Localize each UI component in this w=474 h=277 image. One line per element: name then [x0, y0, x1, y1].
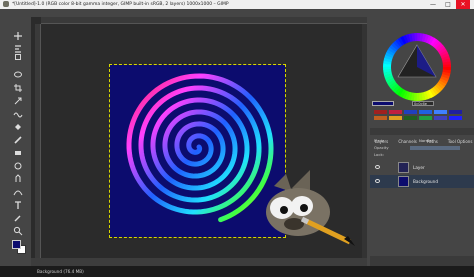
rect-select-icon[interactable]: [13, 52, 23, 62]
lock-label: Lock:: [374, 152, 384, 157]
path-icon[interactable]: [13, 182, 23, 196]
lasso-icon[interactable]: [13, 65, 23, 78]
opacity-slider[interactable]: [410, 146, 460, 150]
dock-tabs: Layers Channels Paths Tool Options: [370, 128, 474, 144]
palette-swatch[interactable]: [419, 110, 432, 114]
palette-swatch[interactable]: [374, 116, 387, 120]
bucket-fill-icon[interactable]: [13, 117, 23, 130]
gimp-window: *[Untitled]-1.0 (RGB color 8-bit gamma i…: [0, 0, 474, 274]
hex-color-input[interactable]: 0c0c6e: [412, 101, 434, 106]
layer-thumbnail: [398, 162, 409, 173]
status-text: Background (76.4 MB): [37, 269, 84, 274]
layer-thumbnail: [398, 176, 409, 187]
align-tool-icon[interactable]: [13, 39, 23, 53]
visibility-eye-icon[interactable]: [375, 165, 380, 169]
zoom-icon[interactable]: [13, 221, 23, 236]
palette-swatch[interactable]: [449, 116, 462, 120]
transform-icon[interactable]: [13, 91, 23, 105]
smudge-icon[interactable]: [13, 169, 23, 182]
layer-row[interactable]: Layer: [370, 161, 474, 174]
move-tool-icon[interactable]: [13, 26, 23, 40]
menu-bar: File Edit Select View Image Layer Colors…: [0, 9, 474, 26]
layers-button-bar: [370, 256, 474, 266]
mode-label: Mode: [374, 138, 385, 143]
palette-swatch[interactable]: [389, 110, 402, 114]
opacity-label: Opacity: [374, 145, 389, 150]
layer-name: Layer: [413, 165, 425, 170]
lock-row: Lock:: [370, 151, 474, 158]
paintbrush-icon[interactable]: [13, 130, 23, 144]
eraser-icon[interactable]: [13, 143, 23, 155]
mode-select[interactable]: Normal: [419, 137, 433, 144]
text-tool-icon[interactable]: [13, 195, 23, 209]
palette-swatch[interactable]: [404, 110, 417, 114]
window-title: *[Untitled]-1.0 (RGB color 8-bit gamma i…: [12, 2, 229, 7]
minimize-button[interactable]: —: [426, 0, 440, 9]
warp-icon[interactable]: [13, 104, 23, 118]
palette-swatch[interactable]: [434, 110, 447, 114]
color-wheel[interactable]: [381, 31, 453, 103]
tool-list: [13, 26, 25, 236]
palette-swatch[interactable]: [449, 110, 462, 114]
opacity-row: Opacity: [370, 144, 474, 151]
palette-swatch[interactable]: [389, 116, 402, 120]
foreground-color-swatch[interactable]: [12, 240, 21, 249]
visibility-eye-icon[interactable]: [375, 179, 380, 183]
palette-swatch[interactable]: [404, 116, 417, 120]
clone-icon[interactable]: [13, 156, 23, 170]
fg-color-preview[interactable]: [372, 101, 394, 106]
horizontal-ruler: [41, 17, 367, 24]
gimp-wilber-mascot: [252, 168, 357, 248]
gimp-app-icon: [3, 1, 9, 7]
layer-name: Background: [413, 179, 438, 184]
vertical-ruler: [35, 24, 41, 258]
layer-mode-row: Mode Normal: [370, 137, 474, 144]
crop-icon[interactable]: [13, 78, 23, 92]
title-bar: *[Untitled]-1.0 (RGB color 8-bit gamma i…: [0, 0, 474, 9]
color-picker-icon[interactable]: [13, 208, 23, 222]
palette-swatch[interactable]: [434, 116, 447, 120]
palette-swatch[interactable]: [419, 116, 432, 120]
palette-swatch[interactable]: [374, 110, 387, 114]
maximize-button[interactable]: □: [441, 0, 455, 9]
status-bar: Background (76.4 MB): [31, 258, 367, 274]
close-button[interactable]: ✕: [456, 0, 470, 9]
color-palette: [374, 110, 462, 124]
layer-row[interactable]: Background: [370, 175, 474, 188]
